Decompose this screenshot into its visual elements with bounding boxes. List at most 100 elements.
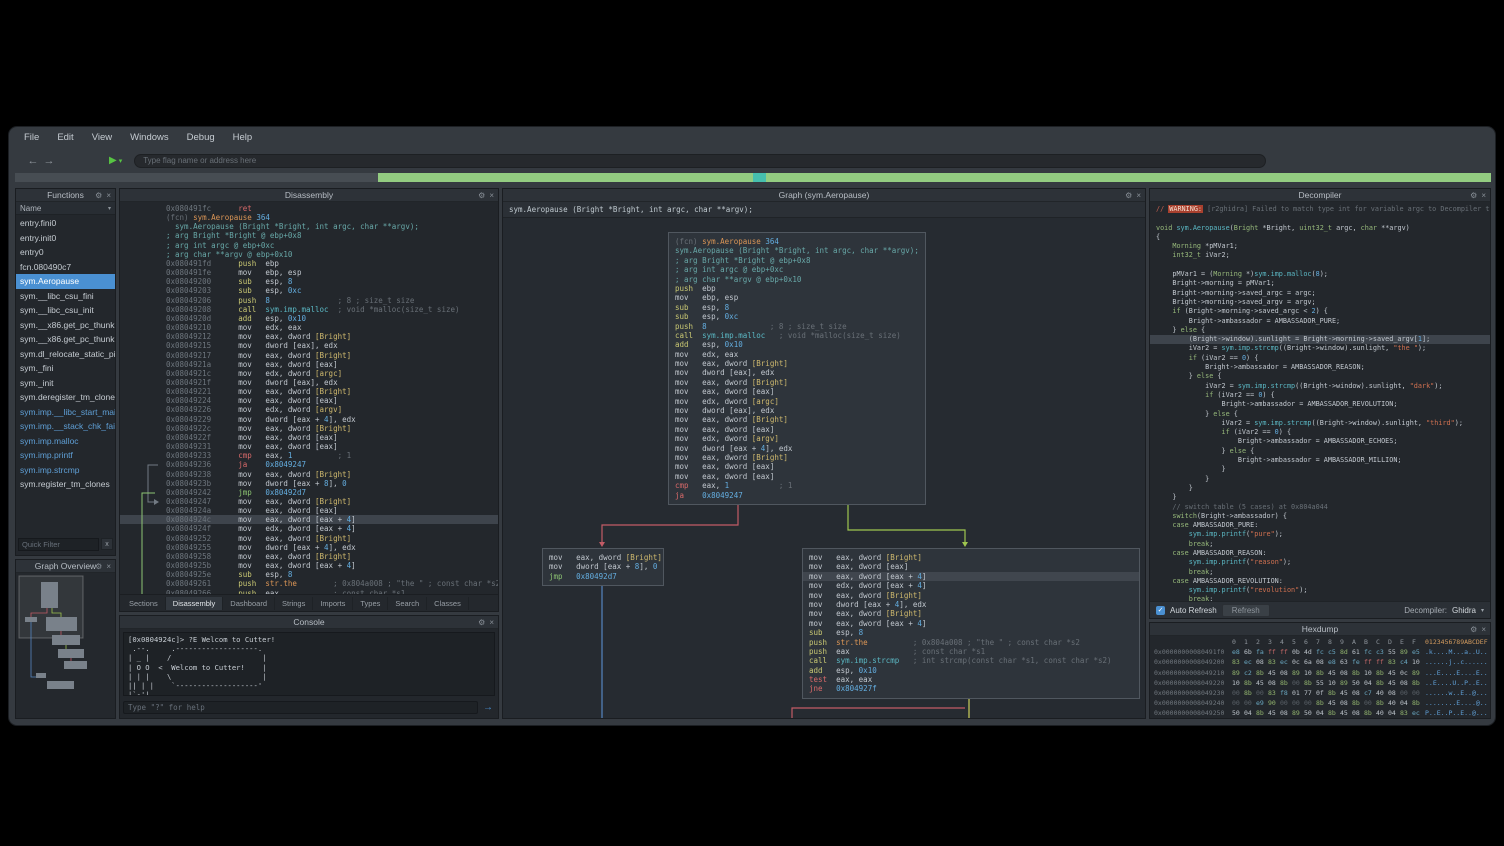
forward-icon[interactable]: → (41, 155, 57, 167)
address-search-input[interactable] (134, 154, 1266, 168)
console-output[interactable]: [0x0804924c]> ?E Welcom to Cutter! .--. … (123, 632, 495, 696)
decompiler-line[interactable]: pMVar1 = (Morning *)sym.imp.malloc(8); (1156, 270, 1490, 279)
asm-line[interactable]: 0x08049203 sub esp, 0xc (166, 286, 498, 295)
tab-types[interactable]: Types (353, 597, 388, 610)
graph-block[interactable]: mov eax, dword [Bright]mov dword [eax + … (542, 548, 664, 586)
decompiler-line[interactable]: } (1156, 465, 1490, 474)
function-item[interactable]: sym._fini (16, 361, 115, 376)
asm-line[interactable]: 0x080491fe mov ebp, esp (166, 268, 498, 277)
decompiler-line[interactable]: case AMBASSADOR_PURE: (1156, 521, 1490, 530)
menu-help[interactable]: Help (233, 132, 253, 143)
gear-icon[interactable]: ⚙ (95, 192, 102, 200)
close-icon[interactable]: × (1481, 626, 1486, 634)
graph-canvas[interactable]: (fcn) sym.Aeropause 364sym.Aeropause (Br… (503, 218, 1145, 718)
asm-line[interactable]: 0x08049238 mov eax, dword [Bright] (166, 470, 498, 479)
decompiler-line[interactable]: int32_t iVar2; (1156, 251, 1490, 260)
asm-line[interactable]: 0x08049261 push str.the ; 0x804a008 ; "t… (166, 579, 498, 588)
tab-dashboard[interactable]: Dashboard (223, 597, 275, 610)
decompiler-line[interactable]: Bright->morning->saved_argc = argc; (1156, 289, 1490, 298)
function-item[interactable]: sym.imp.__libc_start_main (16, 405, 115, 420)
asm-line[interactable]: 0x0804925b mov eax, dword [eax + 4] (166, 561, 498, 570)
close-icon[interactable]: × (1136, 192, 1141, 200)
refresh-button[interactable]: Refresh (1222, 604, 1270, 617)
asm-line[interactable]: ; arg Bright *Bright @ ebp+0x8 (166, 231, 498, 240)
graph-block[interactable]: mov eax, dword [Bright]mov eax, dword [e… (802, 548, 1140, 699)
decompiler-line[interactable]: // WARNING: [r2ghidra] Failed to match t… (1156, 205, 1490, 214)
hex-row[interactable]: 0x000000000804921089c28b450889108b45088b… (1154, 668, 1490, 678)
hex-row[interactable]: 0x00000000080492400000e9900000008b45088b… (1154, 698, 1490, 708)
function-item[interactable]: sym.__libc_csu_init (16, 303, 115, 318)
gear-icon[interactable]: ⚙ (478, 619, 485, 627)
gear-icon[interactable]: ⚙ (1470, 192, 1477, 200)
memory-segment[interactable] (766, 173, 1491, 182)
function-item[interactable]: sym.Aeropause (16, 274, 115, 289)
decompiler-line[interactable]: } (1156, 475, 1490, 484)
function-item[interactable]: entry.init0 (16, 231, 115, 246)
memory-segment[interactable] (15, 173, 378, 182)
disassembly-listing[interactable]: 0x080491fc ret(fcn) sym.Aeropause 364 sy… (120, 202, 498, 594)
send-command-icon[interactable]: → (481, 702, 495, 713)
back-icon[interactable]: ← (25, 155, 41, 167)
decompiler-line[interactable]: } else { (1156, 326, 1490, 335)
asm-line[interactable]: 0x08049217 mov eax, dword [Bright] (166, 351, 498, 360)
close-icon[interactable]: × (106, 563, 111, 571)
asm-line[interactable]: 0x08049215 mov dword [eax], edx (166, 341, 498, 350)
function-item[interactable]: sym.dl_relocate_static_pie (16, 347, 115, 362)
decompiler-line[interactable]: iVar2 = sym.imp.strcmp((Bright->window).… (1156, 344, 1490, 353)
chevron-down-icon[interactable]: ▾ (1481, 607, 1484, 614)
hexdump-rows[interactable]: 0123456789ABCDEF0123456789ABCDEF0x000000… (1150, 636, 1490, 718)
hex-row[interactable]: 0x0000000008049230008b0083f801770f8b4508… (1154, 688, 1490, 698)
decompiler-line[interactable]: Morning *pMVar1; (1156, 242, 1490, 251)
decompiler-line[interactable]: Bright->ambassador = AMBASSADOR_ECHOES; (1156, 437, 1490, 446)
menu-edit[interactable]: Edit (57, 132, 73, 143)
function-item[interactable]: sym.__x86.get_pc_thunk.bp (16, 318, 115, 333)
asm-line[interactable]: 0x0804921c mov edx, dword [argc] (166, 369, 498, 378)
memory-segment[interactable] (378, 173, 753, 182)
function-item[interactable]: sym.imp.strcmp (16, 463, 115, 478)
console-input[interactable] (123, 701, 478, 714)
function-item[interactable]: entry0 (16, 245, 115, 260)
menu-view[interactable]: View (92, 132, 112, 143)
decompiler-line[interactable]: // switch table (5 cases) at 0x804a044 (1156, 503, 1490, 512)
decompiler-line[interactable]: iVar2 = sym.imp.strcmp((Bright->window).… (1156, 419, 1490, 428)
asm-line[interactable]: 0x08049233 cmp eax, 1 ; 1 (166, 451, 498, 460)
decompiler-line[interactable]: } else { (1156, 410, 1490, 419)
asm-line[interactable]: 0x08049208 call sym.imp.malloc ; void *m… (166, 305, 498, 314)
hex-row[interactable]: 0x0000000008049220108b45088b008b55108950… (1154, 678, 1490, 688)
decompiler-line[interactable]: if (iVar2 == 0) { (1156, 428, 1490, 437)
gear-icon[interactable]: ⚙ (1125, 192, 1132, 200)
asm-line[interactable]: 0x08049226 mov edx, dword [argv] (166, 405, 498, 414)
decompiler-line[interactable]: void sym.Aeropause(Bright *Bright, uint3… (1156, 224, 1490, 233)
menu-file[interactable]: File (24, 132, 39, 143)
decompiler-line[interactable]: case AMBASSADOR_REVOLUTION: (1156, 577, 1490, 586)
decompiler-line[interactable]: { (1156, 233, 1490, 242)
decompiler-line[interactable]: sym.imp.printf("reason"); (1156, 558, 1490, 567)
function-item[interactable]: sym._init (16, 376, 115, 391)
decompiler-line[interactable]: Bright->ambassador = AMBASSADOR_PURE; (1156, 317, 1490, 326)
function-item[interactable]: entry.fini0 (16, 216, 115, 231)
asm-line[interactable]: 0x0804925e sub esp, 8 (166, 570, 498, 579)
function-item[interactable]: sym.__x86.get_pc_thunk.bx (16, 332, 115, 347)
function-item[interactable]: sym.deregister_tm_clones (16, 390, 115, 405)
asm-line[interactable]: 0x0804924a mov eax, dword [eax] (166, 506, 498, 515)
decompiler-line[interactable]: Bright->ambassador = AMBASSADOR_MILLION; (1156, 456, 1490, 465)
decompiler-code[interactable]: // WARNING: [r2ghidra] Failed to match t… (1150, 202, 1490, 601)
decompiler-line[interactable]: Bright->ambassador = AMBASSADOR_REASON; (1156, 363, 1490, 372)
decompiler-line[interactable]: case AMBASSADOR_REASON: (1156, 549, 1490, 558)
menu-windows[interactable]: Windows (130, 132, 169, 143)
graph-overview-body[interactable] (16, 573, 115, 719)
tab-imports[interactable]: Imports (313, 597, 353, 610)
gear-icon[interactable]: ⚙ (1470, 626, 1477, 634)
tab-disassembly[interactable]: Disassembly (166, 597, 224, 610)
decompiler-line[interactable]: if (iVar2 == 0) { (1156, 391, 1490, 400)
decompiler-line[interactable]: break; (1156, 568, 1490, 577)
close-icon[interactable]: × (1481, 192, 1486, 200)
asm-line[interactable]: 0x0804921a mov eax, dword [eax] (166, 360, 498, 369)
tab-search[interactable]: Search (388, 597, 427, 610)
decompiler-line[interactable]: switch(Bright->ambassador) { (1156, 512, 1490, 521)
asm-line[interactable]: 0x08049221 mov eax, dword [Bright] (166, 387, 498, 396)
decompiler-line[interactable]: } (1156, 484, 1490, 493)
decompiler-line[interactable]: } (1156, 493, 1490, 502)
asm-line[interactable]: 0x0804924f mov edx, dword [eax + 4] (166, 524, 498, 533)
hex-row[interactable]: 0x00000000080491f0e86bfaffff0b4dfcc58d61… (1154, 647, 1490, 657)
